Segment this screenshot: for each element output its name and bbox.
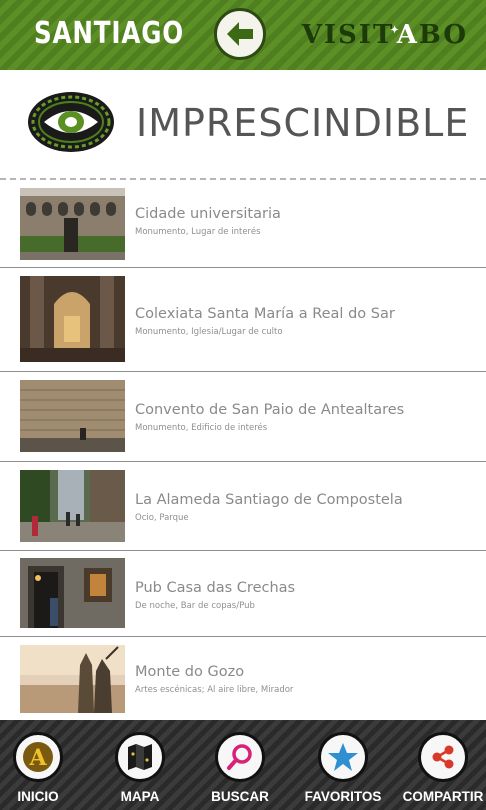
place-category: De noche, Bar de copas/Pub <box>135 601 255 611</box>
place-thumbnail <box>20 276 125 362</box>
star-icon: ✦ <box>390 25 401 36</box>
list-item[interactable]: Monte do Gozo Artes escénicas; Al aire l… <box>0 637 486 720</box>
home-a-icon: A <box>13 732 63 782</box>
nav-favoritos[interactable]: FAVORITOS <box>298 720 388 810</box>
search-icon <box>215 732 265 782</box>
nav-compartir[interactable]: COMPARTIR <box>398 720 486 810</box>
list-item[interactable]: Cidade universitaria Monumento, Lugar de… <box>0 180 486 268</box>
place-thumbnail <box>20 188 125 260</box>
star-icon <box>318 732 368 782</box>
city-title: SANTIAGO <box>34 16 184 51</box>
place-thumbnail <box>20 645 125 713</box>
place-category: Monumento, Edificio de interés <box>135 423 268 433</box>
app-header: SANTIAGO VISIT✦ABO <box>0 0 486 70</box>
nav-label: BUSCAR <box>211 789 269 804</box>
map-icon <box>115 732 165 782</box>
places-list: Cidade universitaria Monumento, Lugar de… <box>0 180 486 720</box>
arrow-left-icon <box>227 22 253 46</box>
place-category: Ocio, Parque <box>135 513 189 523</box>
section-header: IMPRESCINDIBLE <box>0 70 486 178</box>
place-name: La Alameda Santiago de Compostela <box>135 492 403 508</box>
place-name: Colexiata Santa María a Real do Sar <box>135 306 395 322</box>
list-item[interactable]: Convento de San Paio de Antealtares Monu… <box>0 372 486 462</box>
nav-label: MAPA <box>120 789 160 804</box>
eye-icon <box>28 92 114 152</box>
nav-buscar[interactable]: BUSCAR <box>195 720 285 810</box>
svg-text:A: A <box>28 745 47 771</box>
place-name: Monte do Gozo <box>135 664 245 680</box>
list-item[interactable]: La Alameda Santiago de Compostela Ocio, … <box>0 462 486 551</box>
nav-label: INICIO <box>17 789 59 804</box>
nav-inicio[interactable]: A INICIO <box>0 720 83 810</box>
nav-mapa[interactable]: MAPA <box>95 720 185 810</box>
list-item[interactable]: Pub Casa das Crechas De noche, Bar de co… <box>0 551 486 637</box>
place-thumbnail <box>20 470 125 542</box>
bottom-nav: A INICIO MAPA BUSCAR FAVORITOS COMPARTIR <box>0 720 486 810</box>
place-thumbnail <box>20 558 125 628</box>
nav-label: COMPARTIR <box>402 789 484 804</box>
list-item[interactable]: Colexiata Santa María a Real do Sar Monu… <box>0 268 486 372</box>
place-category: Artes escénicas; Al aire libre, Mirador <box>135 685 294 695</box>
brand-logo: VISIT✦ABO <box>301 20 468 50</box>
share-icon <box>418 732 468 782</box>
back-button[interactable] <box>214 8 266 60</box>
place-category: Monumento, Iglesia/Lugar de culto <box>135 327 283 337</box>
place-name: Cidade universitaria <box>135 206 281 222</box>
place-name: Convento de San Paio de Antealtares <box>135 402 405 418</box>
nav-label: FAVORITOS <box>304 789 382 804</box>
place-category: Monumento, Lugar de interés <box>135 227 261 237</box>
page-title: IMPRESCINDIBLE <box>136 101 470 145</box>
place-thumbnail <box>20 380 125 452</box>
place-name: Pub Casa das Crechas <box>135 580 296 596</box>
